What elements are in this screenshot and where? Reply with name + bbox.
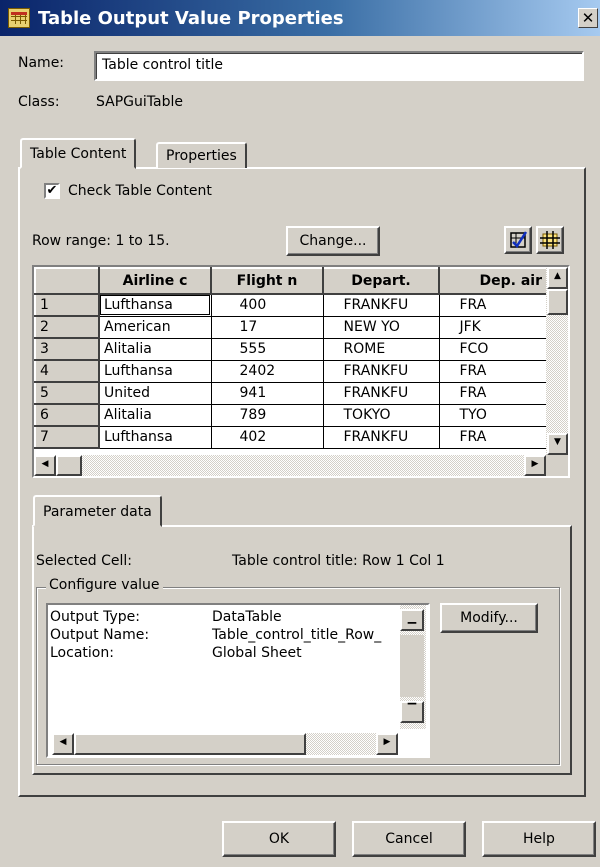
- table-cell[interactable]: FRANKFU: [323, 426, 440, 449]
- table-row: 2 American 17 NEW YO JFK: [34, 315, 548, 339]
- table-cell[interactable]: 400: [211, 294, 324, 317]
- class-value: SAPGuiTable: [96, 94, 183, 110]
- selected-cell-label: Selected Cell:: [36, 553, 133, 569]
- configure-value-label: Configure value: [46, 577, 163, 593]
- info-key: Location:: [50, 645, 114, 661]
- table-cell[interactable]: Alitalia: [99, 338, 212, 361]
- info-value: Global Sheet: [212, 645, 302, 661]
- scroll-down-button[interactable]: ▼: [547, 433, 568, 455]
- close-button[interactable]: ✕: [578, 8, 598, 28]
- table-cell[interactable]: FRA: [439, 382, 548, 405]
- table-cell[interactable]: 402: [211, 426, 324, 449]
- table-cell[interactable]: TYO: [439, 404, 548, 427]
- class-label: Class:: [18, 94, 60, 110]
- table-row: 3 Alitalia 555 ROME FCO: [34, 337, 548, 361]
- select-cells-icon[interactable]: [504, 226, 532, 254]
- row-header[interactable]: 7: [34, 425, 100, 449]
- configure-value-list[interactable]: Output Type: DataTable Output Name: Tabl…: [46, 603, 430, 758]
- name-label: Name:: [18, 55, 65, 71]
- table-row: 7 Lufthansa 402 FRANKFU FRA: [34, 425, 548, 449]
- column-header[interactable]: Dep. air: [438, 267, 548, 295]
- table-cell[interactable]: American: [99, 316, 212, 339]
- table-cell[interactable]: JFK: [439, 316, 548, 339]
- row-range-text: Row range: 1 to 15.: [32, 233, 170, 249]
- title-bar: Table Output Value Properties ✕: [0, 0, 600, 36]
- table-row: 5 United 941 FRANKFU FRA: [34, 381, 548, 405]
- column-header[interactable]: Flight n: [210, 267, 324, 295]
- selected-cell-value: Table control title: Row 1 Col 1: [232, 553, 445, 569]
- cancel-button[interactable]: Cancel: [352, 821, 466, 857]
- table-cell[interactable]: FRANKFU: [323, 360, 440, 383]
- info-horizontal-scrollbar[interactable]: [306, 733, 376, 755]
- scroll-corner: [546, 455, 568, 476]
- grid-icon[interactable]: [536, 226, 564, 254]
- table-icon: [8, 8, 30, 28]
- table-row: 1 Lufthansa 400 FRANKFU FRA: [34, 293, 548, 317]
- row-header[interactable]: 6: [34, 403, 100, 427]
- table-row: 4 Lufthansa 2402 FRANKFU FRA: [34, 359, 548, 383]
- grid-horizontal-scrollbar[interactable]: [34, 455, 568, 476]
- scroll-left-button[interactable]: ◀: [52, 733, 74, 755]
- table-cell[interactable]: United: [99, 382, 212, 405]
- scroll-right-button[interactable]: ▶: [524, 455, 546, 476]
- table-cell[interactable]: Alitalia: [99, 404, 212, 427]
- table-cell[interactable]: NEW YO: [323, 316, 440, 339]
- scroll-up-button[interactable]: ▲: [547, 267, 568, 289]
- table-content-grid[interactable]: Airline c Flight n Depart. Dep. air 1 Lu…: [32, 265, 570, 478]
- table-cell[interactable]: 17: [211, 316, 324, 339]
- scroll-left-button[interactable]: ◀: [34, 455, 56, 476]
- info-key: Output Type:: [50, 609, 140, 625]
- table-cell[interactable]: FRA: [439, 294, 548, 317]
- scroll-thumb[interactable]: [400, 635, 424, 697]
- table-cell[interactable]: ROME: [323, 338, 440, 361]
- grid-header-row: Airline c Flight n Depart. Dep. air: [34, 267, 548, 295]
- grid-corner-header[interactable]: [34, 267, 100, 295]
- name-input[interactable]: Table control title: [94, 51, 584, 81]
- tab-parameter-data[interactable]: Parameter data: [33, 495, 162, 527]
- row-header[interactable]: 1: [34, 293, 100, 317]
- table-cell[interactable]: 555: [211, 338, 324, 361]
- scroll-up-button[interactable]: ▁: [400, 609, 424, 631]
- info-value: Table_control_title_Row_: [212, 627, 382, 643]
- row-header[interactable]: 3: [34, 337, 100, 361]
- ok-button[interactable]: OK: [222, 821, 336, 857]
- table-cell[interactable]: FRA: [439, 360, 548, 383]
- table-cell[interactable]: FRANKFU: [323, 382, 440, 405]
- row-header[interactable]: 2: [34, 315, 100, 339]
- column-header[interactable]: Airline c: [98, 267, 212, 295]
- table-cell[interactable]: Lufthansa: [99, 294, 212, 317]
- table-row: 6 Alitalia 789 TOKYO TYO: [34, 403, 548, 427]
- help-button[interactable]: Help: [482, 821, 596, 857]
- tab-properties[interactable]: Properties: [156, 142, 247, 168]
- row-header[interactable]: 5: [34, 381, 100, 405]
- row-header[interactable]: 4: [34, 359, 100, 383]
- table-cell[interactable]: FRA: [439, 426, 548, 449]
- info-value: DataTable: [212, 609, 282, 625]
- tab-table-content[interactable]: Table Content: [20, 138, 137, 169]
- table-cell[interactable]: 789: [211, 404, 324, 427]
- modify-button[interactable]: Modify...: [440, 603, 538, 633]
- table-cell[interactable]: Lufthansa: [99, 426, 212, 449]
- table-cell[interactable]: 941: [211, 382, 324, 405]
- hscroll-thumb[interactable]: [56, 455, 82, 476]
- scroll-down-button[interactable]: ▔: [400, 701, 424, 723]
- table-cell[interactable]: Lufthansa: [99, 360, 212, 383]
- table-cell[interactable]: FRANKFU: [323, 294, 440, 317]
- scroll-thumb[interactable]: [547, 289, 568, 315]
- table-cell[interactable]: FCO: [439, 338, 548, 361]
- check-table-content-label: Check Table Content: [68, 183, 212, 199]
- info-key: Output Name:: [50, 627, 150, 643]
- hscroll-thumb[interactable]: [74, 733, 306, 755]
- table-cell[interactable]: TOKYO: [323, 404, 440, 427]
- check-table-content-checkbox[interactable]: ✔: [44, 183, 60, 199]
- column-header[interactable]: Depart.: [322, 267, 440, 295]
- window-title: Table Output Value Properties: [38, 8, 344, 29]
- table-cell[interactable]: 2402: [211, 360, 324, 383]
- change-button[interactable]: Change...: [286, 226, 380, 256]
- scroll-right-button[interactable]: ▶: [376, 733, 398, 755]
